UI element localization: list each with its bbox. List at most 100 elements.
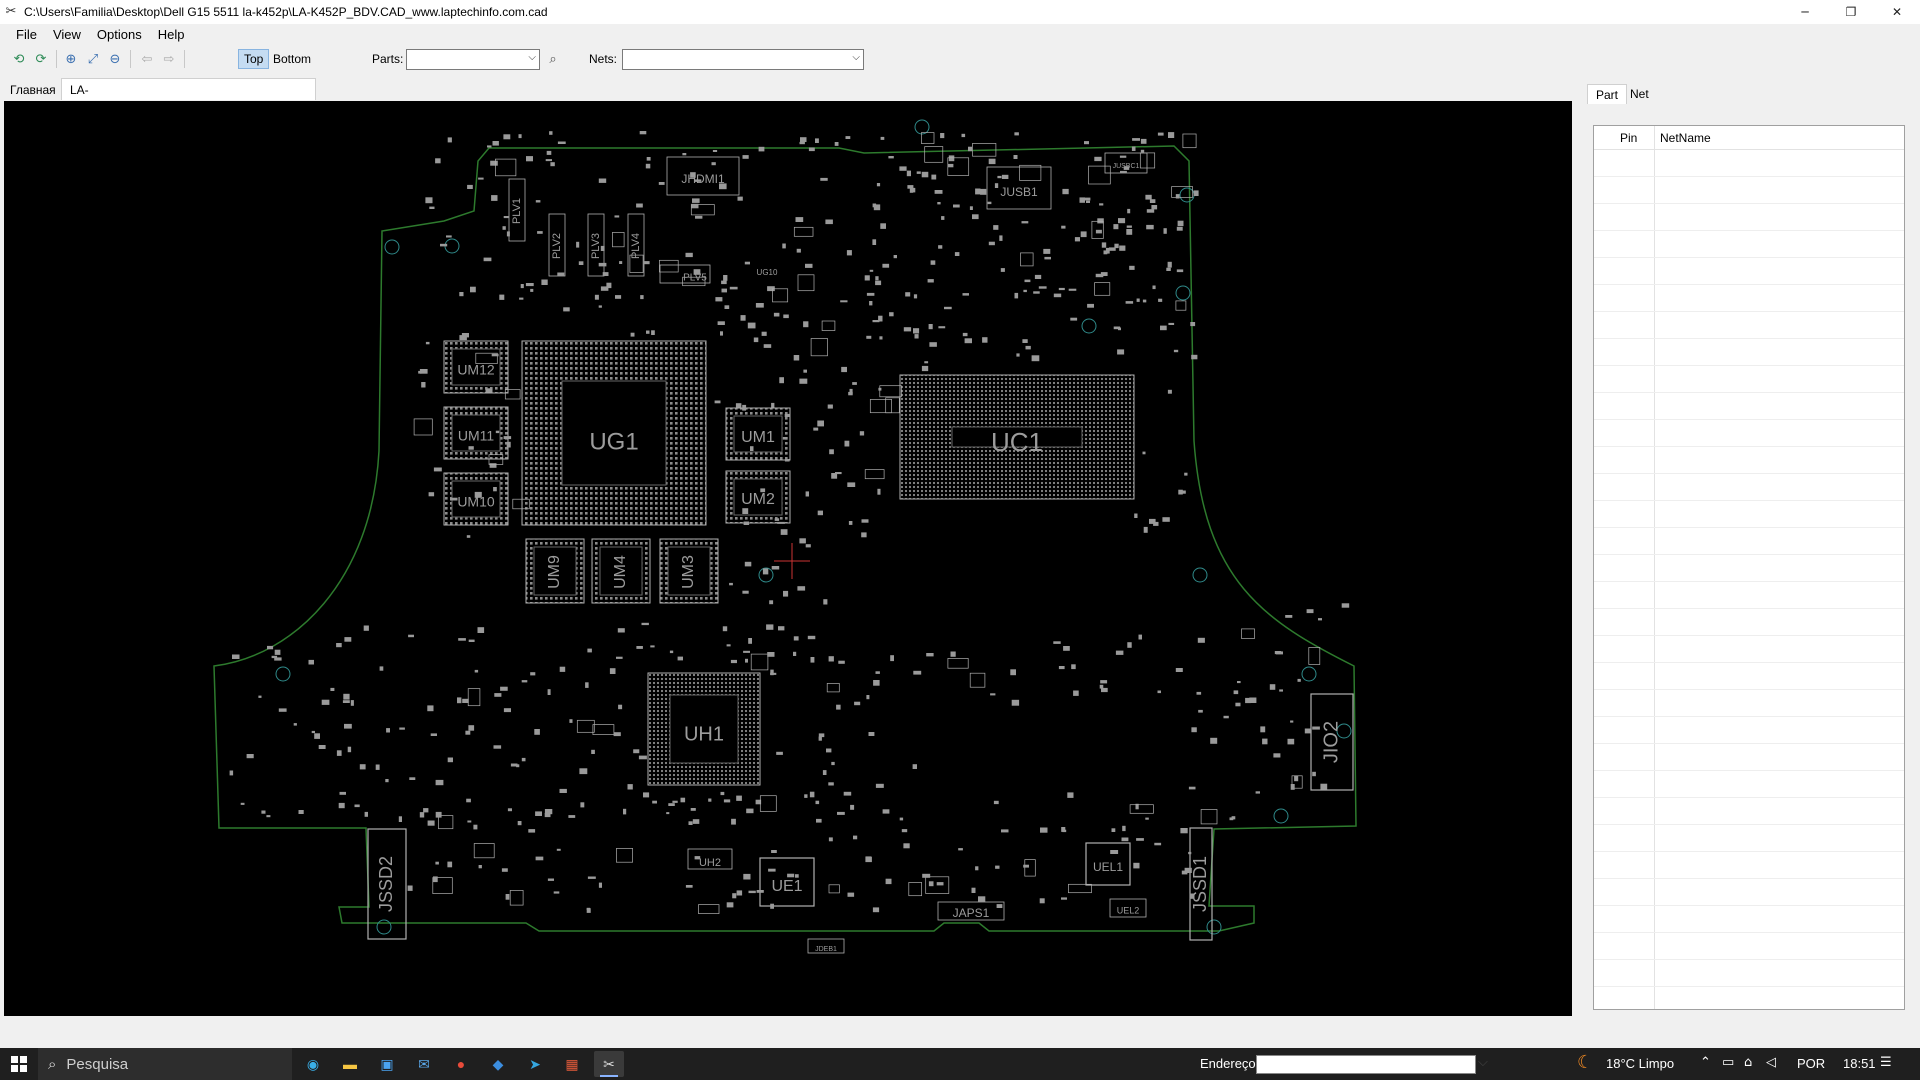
component-label-ug1: UG1 bbox=[589, 428, 638, 455]
clock[interactable]: 18:51 bbox=[1843, 1056, 1876, 1071]
passive-component bbox=[810, 338, 828, 357]
app-tiles-icon[interactable]: ▦ bbox=[557, 1051, 587, 1077]
component-labels: JHDMI1 JUSB1 PLV1 PLV2 PLV3 PLV4 PLV5 UG10 UM12 U… bbox=[376, 163, 1343, 953]
passive-component bbox=[598, 305, 602, 308]
rotate-left-icon[interactable]: ⟲ bbox=[10, 50, 28, 68]
search-part-icon[interactable]: ⌕ bbox=[544, 50, 562, 68]
passive-component bbox=[419, 812, 425, 818]
back-arrow-icon[interactable]: ⇦ bbox=[138, 50, 156, 68]
passive-component bbox=[875, 783, 884, 788]
passive-component bbox=[737, 196, 743, 201]
passive-component bbox=[1111, 828, 1116, 832]
board-viewer-canvas[interactable]: JHDMI1 JUSB1 PLV1 PLV2 PLV3 PLV4 PLV5 UG10 UM12 U… bbox=[4, 101, 1572, 1016]
passive-component bbox=[556, 848, 561, 851]
passive-component bbox=[743, 650, 750, 653]
zoom-out-icon[interactable]: ⊖ bbox=[106, 50, 124, 68]
network-icon[interactable]: ⌂ bbox=[1744, 1055, 1752, 1070]
passive-component bbox=[879, 336, 883, 340]
forward-arrow-icon[interactable]: ⇨ bbox=[160, 50, 178, 68]
minimize-button[interactable]: ─ bbox=[1782, 0, 1828, 24]
passive-component bbox=[576, 719, 595, 733]
store-icon[interactable]: ▣ bbox=[372, 1051, 402, 1077]
bottom-side-toggle[interactable]: Bottom bbox=[268, 49, 316, 69]
zoom-fit-icon[interactable]: ⤢ bbox=[84, 50, 102, 68]
column-netname[interactable]: NetName bbox=[1660, 131, 1711, 145]
passive-component bbox=[750, 653, 769, 671]
passive-component bbox=[724, 305, 730, 309]
passive-component bbox=[913, 328, 920, 334]
weather-text[interactable]: 18°C Limpo bbox=[1606, 1056, 1674, 1071]
column-pin[interactable]: Pin bbox=[1620, 131, 1637, 145]
component-label-uh1: UH1 bbox=[684, 723, 724, 745]
address-input[interactable] bbox=[1256, 1055, 1476, 1074]
passive-component bbox=[747, 322, 756, 329]
passive-component bbox=[736, 795, 742, 801]
pin-net-table[interactable]: Pin NetName bbox=[1593, 125, 1905, 1010]
passive-component bbox=[468, 639, 475, 642]
passive-component bbox=[761, 331, 767, 336]
passive-component bbox=[825, 219, 833, 225]
boardviewer-taskbar-icon[interactable]: ✂ bbox=[594, 1051, 624, 1077]
passive-component bbox=[938, 245, 943, 249]
nets-combobox[interactable]: ⌵ bbox=[622, 49, 864, 70]
passive-component bbox=[1163, 228, 1167, 234]
menu-options[interactable]: Options bbox=[89, 27, 150, 42]
passive-component bbox=[1237, 681, 1241, 684]
menu-file[interactable]: File bbox=[8, 27, 45, 42]
passive-component bbox=[1138, 634, 1142, 640]
passive-component bbox=[458, 638, 466, 641]
passive-component bbox=[1043, 248, 1051, 254]
restore-button[interactable]: ❐ bbox=[1828, 0, 1874, 24]
edge-icon[interactable]: ◉ bbox=[298, 1051, 328, 1077]
tab-board-file[interactable]: LA-K452P_BDV.CAD_www.laptechinfo.com.cad bbox=[61, 78, 317, 119]
passive-component bbox=[541, 279, 548, 285]
passive-component bbox=[864, 275, 870, 281]
passive-component bbox=[929, 342, 937, 347]
chrome-icon[interactable]: ● bbox=[446, 1051, 476, 1077]
tab-home[interactable]: Главная bbox=[2, 80, 64, 100]
passive-component bbox=[793, 636, 799, 641]
mail-icon[interactable]: ✉ bbox=[409, 1051, 439, 1077]
file-explorer-icon[interactable]: ▬ bbox=[335, 1051, 365, 1077]
start-button[interactable] bbox=[0, 1048, 38, 1080]
parts-combobox[interactable]: ⌵ bbox=[406, 49, 540, 70]
passive-component bbox=[1197, 637, 1205, 643]
notifications-icon[interactable]: ☰ bbox=[1880, 1055, 1892, 1070]
rotate-right-icon[interactable]: ⟳ bbox=[32, 50, 50, 68]
passive-component bbox=[267, 645, 274, 650]
passive-component bbox=[822, 770, 827, 775]
volume-icon[interactable]: ◁ bbox=[1766, 1055, 1776, 1070]
board-drawing[interactable]: JHDMI1 JUSB1 PLV1 PLV2 PLV3 PLV4 PLV5 UG10 UM12 U… bbox=[4, 101, 1572, 1016]
chevron-up-icon[interactable]: ⌃ bbox=[1700, 1055, 1711, 1070]
table-row bbox=[1594, 662, 1904, 663]
meet-now-icon[interactable]: ▭ bbox=[1722, 1055, 1734, 1070]
passive-component bbox=[613, 732, 621, 737]
taskbar-search[interactable]: ⌕ Pesquisa bbox=[38, 1048, 292, 1080]
passive-component bbox=[766, 624, 774, 630]
tab-part[interactable]: Part bbox=[1587, 84, 1628, 104]
menu-help[interactable]: Help bbox=[150, 27, 193, 42]
passive-component bbox=[1127, 208, 1131, 214]
passive-component bbox=[1019, 164, 1042, 181]
tab-net[interactable]: Net bbox=[1622, 84, 1657, 104]
telegram-icon[interactable]: ➤ bbox=[520, 1051, 550, 1077]
passive-component bbox=[521, 680, 528, 683]
vscode-icon[interactable]: ◆ bbox=[483, 1051, 513, 1077]
menu-view[interactable]: View bbox=[45, 27, 89, 42]
address-dropdown-icon[interactable]: ⌵ bbox=[1478, 1055, 1488, 1070]
language-indicator[interactable]: POR bbox=[1797, 1056, 1825, 1071]
close-button[interactable]: ✕ bbox=[1874, 0, 1920, 24]
top-side-toggle[interactable]: Top bbox=[238, 49, 270, 69]
passive-component bbox=[1010, 669, 1016, 676]
passive-component bbox=[1067, 792, 1074, 798]
zoom-in-icon[interactable]: ⊕ bbox=[62, 50, 80, 68]
passive-component bbox=[489, 463, 497, 468]
passive-component bbox=[1114, 243, 1119, 249]
passive-component bbox=[616, 848, 633, 863]
passive-component bbox=[938, 326, 946, 329]
passive-component bbox=[885, 878, 892, 885]
component-label-um4: UM4 bbox=[612, 555, 629, 589]
passive-component bbox=[961, 133, 966, 138]
table-row bbox=[1594, 824, 1904, 825]
passive-component bbox=[821, 320, 836, 331]
